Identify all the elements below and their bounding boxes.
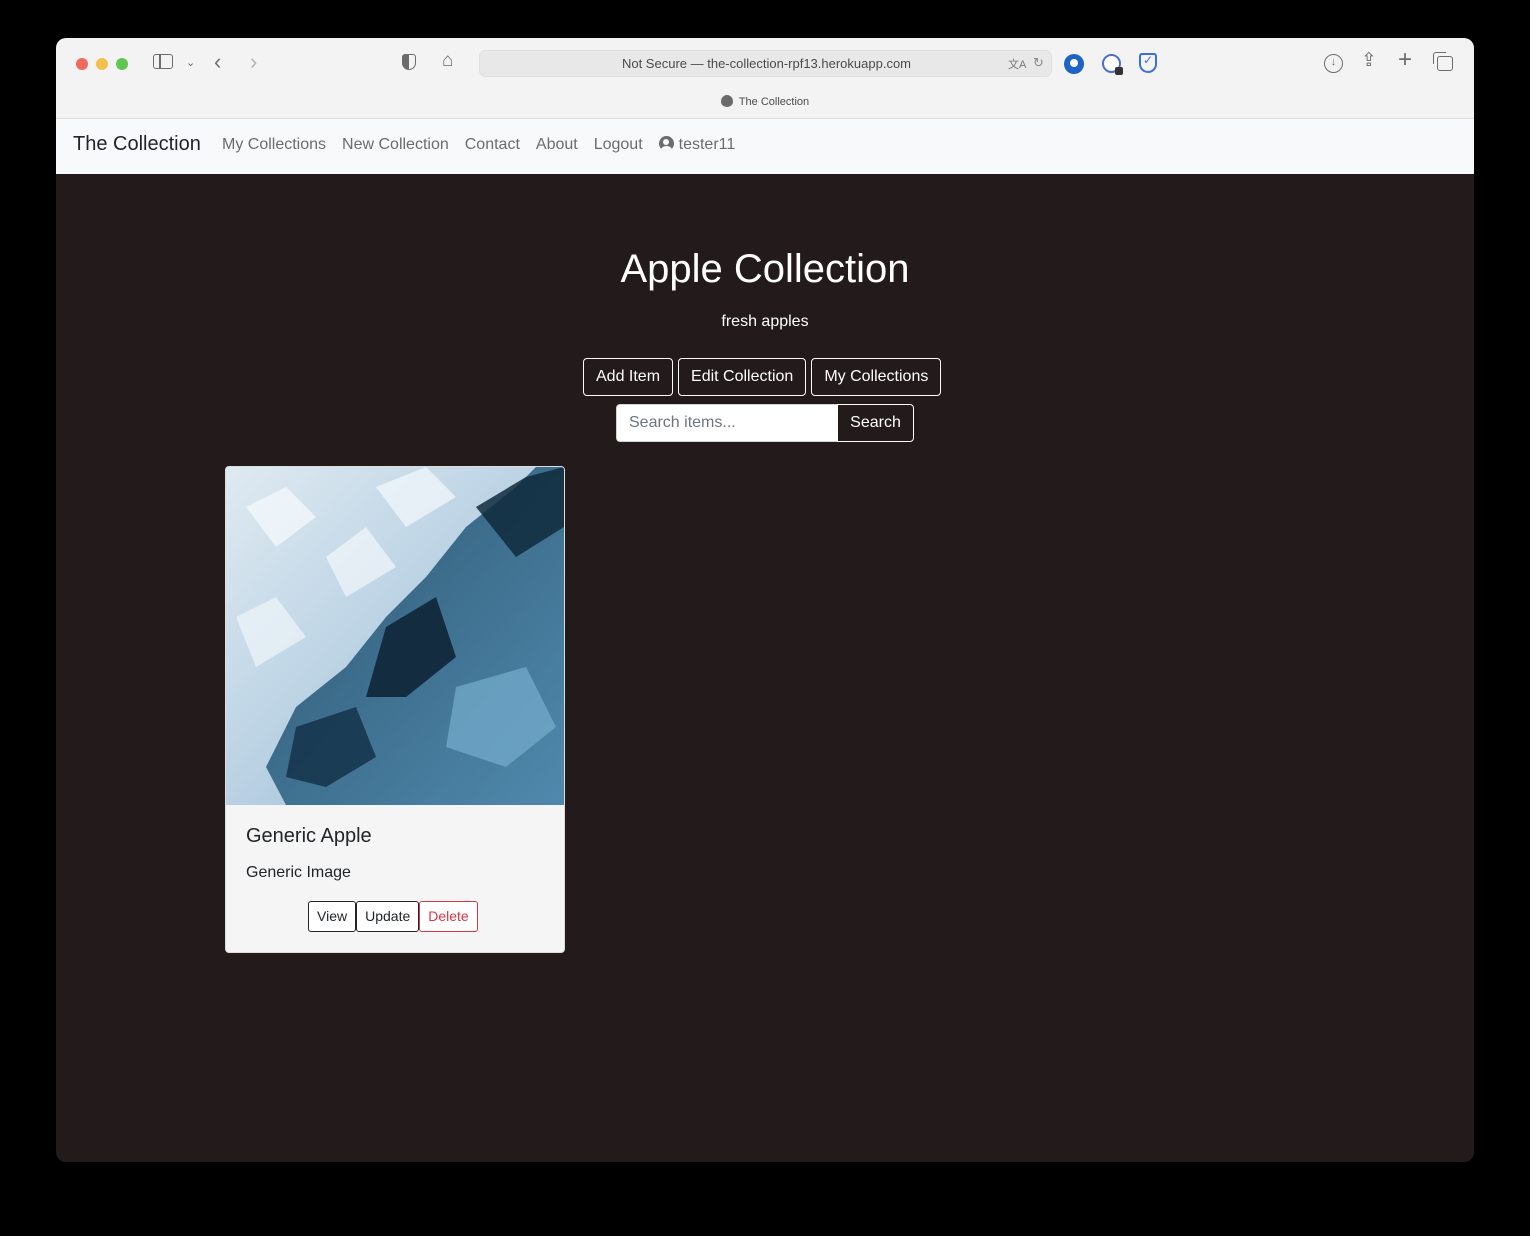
item-card: Generic Apple Generic Image View Update … <box>225 466 565 953</box>
site-navbar: The Collection My Collections New Collec… <box>56 119 1474 174</box>
edit-collection-button[interactable]: Edit Collection <box>678 358 807 396</box>
share-icon[interactable]: ⇪ <box>1361 51 1377 71</box>
user-circle-icon <box>658 136 674 151</box>
reload-icon[interactable]: ↻ <box>1033 55 1044 71</box>
privacy-shield-icon[interactable] <box>402 54 416 70</box>
search-input[interactable] <box>616 404 838 442</box>
nav-links: My Collections New Collection Contact Ab… <box>222 136 735 154</box>
nav-logout[interactable]: Logout <box>594 136 643 154</box>
home-icon[interactable]: ⌂ <box>442 51 453 71</box>
forward-arrow-icon[interactable]: › <box>250 51 257 73</box>
download-icon[interactable]: ↓ <box>1324 54 1343 73</box>
browser-toolbar: ⌄ ‹ › ⌂ Not Secure — the-collection-rpf1… <box>56 38 1474 119</box>
item-title: Generic Apple <box>246 825 372 847</box>
tab-title: The Collection <box>738 96 810 108</box>
brand-link[interactable]: The Collection <box>73 133 201 156</box>
page-title: Apple Collection <box>620 247 910 291</box>
new-tab-icon[interactable]: + <box>1398 48 1412 72</box>
chevron-down-icon[interactable]: ⌄ <box>186 53 195 73</box>
tab[interactable]: The Collection <box>56 95 1474 108</box>
nav-user[interactable]: tester11 <box>658 136 736 154</box>
back-arrow-icon[interactable]: ‹ <box>214 51 221 73</box>
address-text: Not Secure — the-collection-rpf13.heroku… <box>621 56 912 71</box>
alien-favicon-icon <box>720 95 733 107</box>
extension-password-icon[interactable] <box>1102 54 1123 75</box>
my-collections-button[interactable]: My Collections <box>811 358 942 396</box>
tab-overview-icon[interactable] <box>1433 52 1453 71</box>
main-content: Apple Collection fresh apples Add Item E… <box>56 174 1474 1162</box>
add-item-button[interactable]: Add Item <box>583 358 674 396</box>
nav-new-collection[interactable]: New Collection <box>342 136 449 154</box>
delete-button[interactable]: Delete <box>419 901 478 932</box>
nav-my-collections[interactable]: My Collections <box>222 136 326 154</box>
extension-globe-icon[interactable] <box>1064 54 1084 74</box>
collection-actions: Add Item Edit Collection My Collections <box>583 358 942 396</box>
update-button[interactable]: Update <box>356 901 420 932</box>
nav-contact[interactable]: Contact <box>465 136 520 154</box>
view-button[interactable]: View <box>308 901 357 932</box>
search-button[interactable]: Search <box>837 404 914 442</box>
username: tester11 <box>678 136 736 153</box>
item-image <box>226 467 564 805</box>
collection-description: fresh apples <box>721 313 809 330</box>
sidebar-toggle-icon[interactable] <box>153 54 173 69</box>
minimize-window-button[interactable] <box>96 58 108 70</box>
item-actions: View Update Delete <box>308 901 478 932</box>
extension-shield-icon[interactable] <box>1139 53 1157 73</box>
address-bar[interactable]: Not Secure — the-collection-rpf13.heroku… <box>479 50 1052 77</box>
translate-icon[interactable]: 文A <box>1008 56 1026 72</box>
close-window-button[interactable] <box>76 58 88 70</box>
item-text: Generic Image <box>246 864 351 881</box>
zoom-window-button[interactable] <box>116 58 128 70</box>
browser-window: ⌄ ‹ › ⌂ Not Secure — the-collection-rpf1… <box>56 38 1474 1162</box>
nav-about[interactable]: About <box>536 136 578 154</box>
